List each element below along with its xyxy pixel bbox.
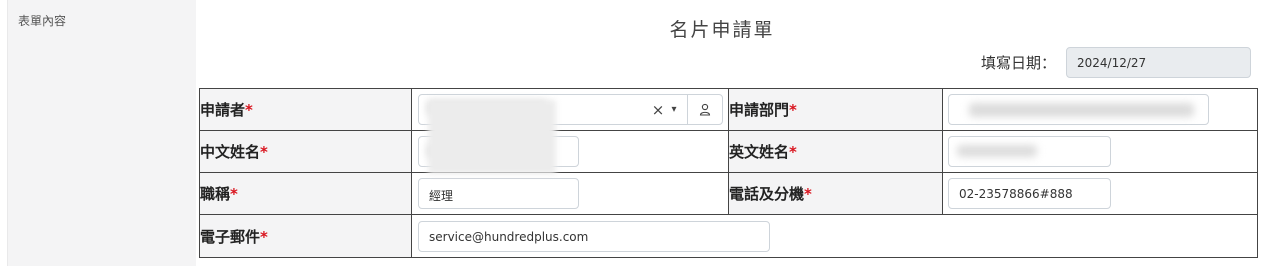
clear-icon[interactable]: ×: [649, 101, 667, 119]
chevron-down-icon[interactable]: ▾: [667, 104, 681, 115]
form-row-email: 電子郵件* service@hundredplus.com: [199, 214, 1258, 258]
user-icon: [699, 103, 711, 116]
english-name-label: 英文姓名*: [728, 130, 943, 173]
redacted-value: [969, 103, 1194, 117]
email-label: 電子郵件*: [199, 214, 412, 258]
department-select[interactable]: [948, 94, 1209, 125]
department-label: 申請部門*: [728, 88, 943, 131]
redacted-value: [957, 145, 1037, 157]
phone-ext-field[interactable]: 02-23578866#888: [948, 178, 1111, 209]
form-row-title: 職稱* 經理 電話及分機* 02-23578866#888: [199, 172, 1258, 215]
email-field[interactable]: service@hundredplus.com: [418, 220, 770, 252]
form-row-applicant: 申請者* × ▾ 申請部門*: [199, 88, 1258, 131]
applicant-label: 申請者*: [199, 88, 412, 131]
phone-ext-label: 電話及分機*: [728, 172, 943, 215]
user-picker-button[interactable]: [687, 95, 722, 124]
english-name-field[interactable]: [948, 136, 1111, 167]
application-form-table: 申請者* × ▾ 申請部門* 中文姓名* 英文姓名* 職稱* 經理 電話及分機*…: [199, 88, 1258, 258]
form-row-chinese-name: 中文姓名* 英文姓名*: [199, 130, 1258, 173]
date-label: 填寫日期：: [981, 54, 1057, 72]
job-title-label: 職稱*: [199, 172, 412, 215]
job-title-field[interactable]: 經理: [418, 178, 579, 209]
chinese-name-label: 中文姓名*: [199, 130, 412, 173]
date-field[interactable]: 2024/12/27: [1066, 47, 1251, 78]
redaction-overlay: [428, 100, 556, 174]
form-section-sidebar: 表單內容: [8, 0, 196, 266]
sidebar-label: 表單內容: [18, 14, 67, 28]
form-title: 名片申請單: [669, 19, 775, 41]
